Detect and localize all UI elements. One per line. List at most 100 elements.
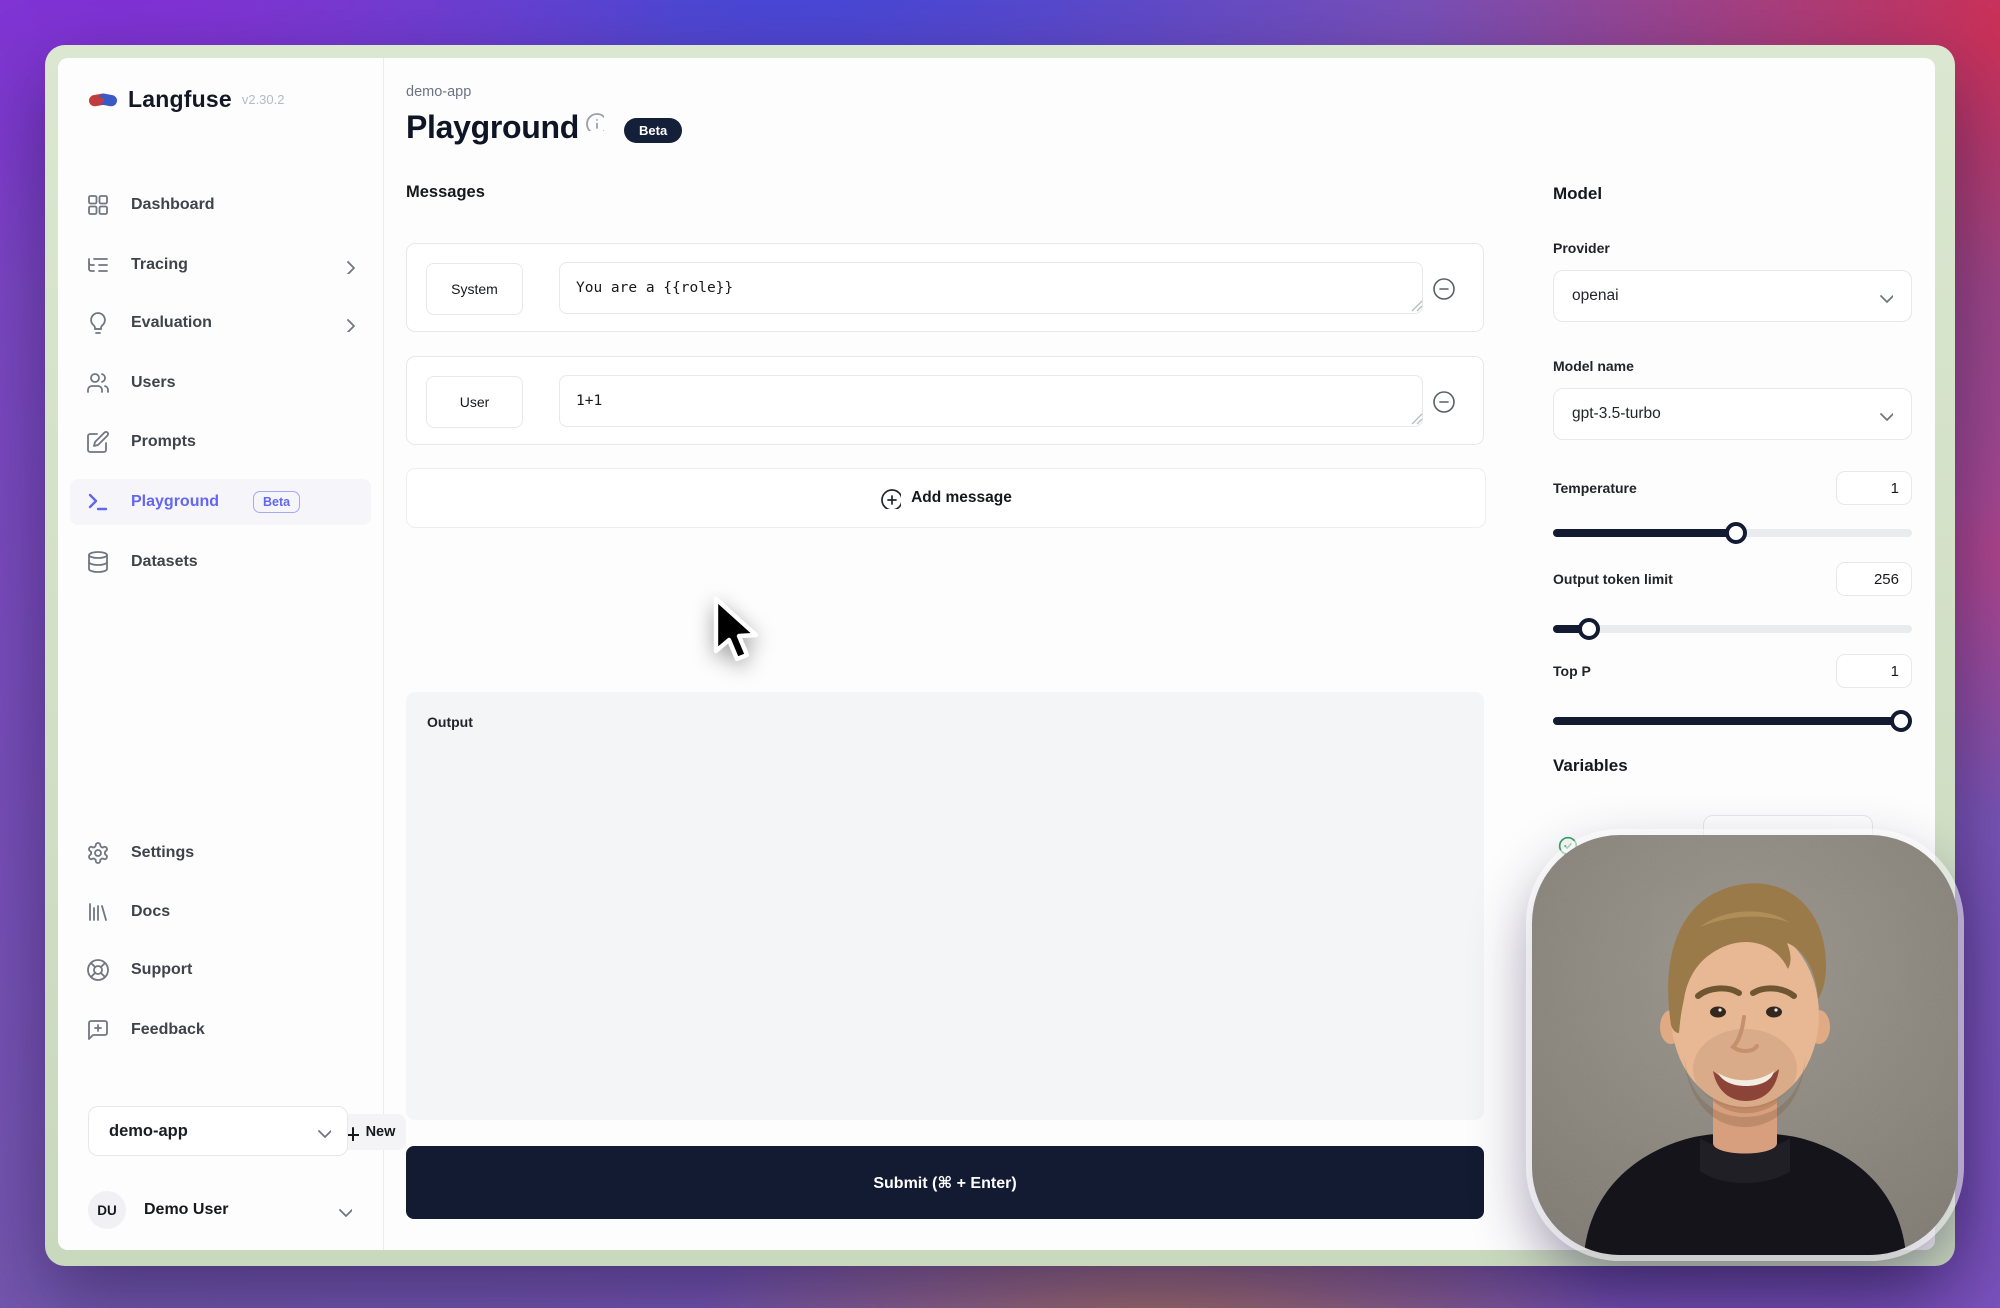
sidebar-item-tracing[interactable]: Tracing: [70, 242, 371, 288]
sidebar-item-support[interactable]: Support: [70, 947, 371, 993]
slider-thumb[interactable]: [1725, 522, 1747, 544]
app-version: v2.30.2: [242, 92, 285, 107]
database-icon: [86, 550, 111, 575]
temperature-label: Temperature: [1553, 480, 1637, 496]
model-name-label: Model name: [1553, 358, 1634, 374]
slider-fill: [1553, 717, 1901, 725]
slider-fill: [1553, 529, 1736, 537]
sidebar: Langfuse v2.30.2 Dashboard Tracing Evalu…: [58, 58, 384, 1250]
system-message-input[interactable]: You are a {{role}}: [559, 262, 1423, 314]
beta-badge-header: Beta: [624, 118, 682, 143]
top-p-slider[interactable]: [1553, 710, 1912, 732]
sidebar-item-playground[interactable]: Playground Beta: [70, 479, 371, 525]
temperature-value-input[interactable]: 1: [1836, 471, 1912, 505]
sidebar-item-label: Evaluation: [131, 314, 212, 332]
provider-select-value: openai: [1572, 287, 1619, 305]
title-row: Playground Beta: [406, 110, 682, 145]
langfuse-logo-icon: [88, 88, 118, 112]
message-row-user: User 1+1: [406, 356, 1484, 445]
role-chip-user[interactable]: User: [426, 376, 523, 428]
breadcrumb: demo-app: [406, 84, 471, 100]
new-project-label: New: [366, 1124, 396, 1140]
tracing-icon: [86, 253, 111, 278]
output-panel: Output: [406, 692, 1484, 1120]
top-p-value-input[interactable]: 1: [1836, 654, 1912, 688]
users-icon: [86, 371, 111, 396]
add-message-label: Add message: [911, 489, 1012, 507]
model-panel-title: Model: [1553, 184, 1602, 204]
sidebar-item-label: Feedback: [131, 1021, 205, 1039]
messages-section-title: Messages: [406, 183, 485, 202]
output-token-limit-slider[interactable]: [1553, 618, 1912, 640]
output-token-limit-label: Output token limit: [1553, 571, 1673, 587]
output-token-limit-row: Output token limit 256: [1553, 561, 1912, 597]
project-select-value: demo-app: [109, 1122, 188, 1141]
sidebar-item-label: Docs: [131, 903, 170, 921]
remove-message-button[interactable]: [1431, 277, 1459, 305]
edit-icon: [86, 430, 111, 455]
chevron-down-icon: [1875, 287, 1893, 305]
slider-thumb[interactable]: [1890, 710, 1912, 732]
sidebar-item-label: Dashboard: [131, 196, 215, 214]
lightbulb-icon: [86, 311, 111, 336]
sidebar-item-label: Support: [131, 961, 192, 979]
user-name: Demo User: [144, 1201, 228, 1219]
sidebar-item-datasets[interactable]: Datasets: [70, 539, 371, 585]
minus-circle-icon: [1432, 277, 1458, 303]
message-row-system: System You are a {{role}}: [406, 243, 1484, 332]
info-icon[interactable]: [585, 112, 604, 131]
model-name-select[interactable]: gpt-3.5-turbo: [1553, 388, 1912, 440]
sidebar-item-users[interactable]: Users: [70, 360, 371, 406]
chevron-down-icon: [334, 1201, 352, 1219]
provider-label: Provider: [1553, 240, 1610, 256]
chevron-right-icon: [339, 256, 357, 274]
submit-button[interactable]: Submit (⌘ + Enter): [406, 1146, 1484, 1219]
dashboard-icon: [86, 193, 111, 218]
sidebar-item-prompts[interactable]: Prompts: [70, 419, 371, 465]
webcam-overlay: [1532, 835, 1958, 1255]
sidebar-item-label: Settings: [131, 844, 194, 862]
sidebar-item-dashboard[interactable]: Dashboard: [70, 182, 371, 228]
provider-select[interactable]: openai: [1553, 270, 1912, 322]
sidebar-item-label: Prompts: [131, 433, 196, 451]
desktop-background: Langfuse v2.30.2 Dashboard Tracing Evalu…: [0, 0, 2000, 1308]
minus-circle-icon: [1432, 390, 1458, 416]
sidebar-item-feedback[interactable]: Feedback: [70, 1007, 371, 1053]
chevron-down-icon: [1875, 405, 1893, 423]
brand-logo-row: Langfuse v2.30.2: [88, 86, 285, 113]
output-label: Output: [427, 714, 473, 730]
chevron-right-icon: [339, 314, 357, 332]
temperature-row: Temperature 1: [1553, 470, 1912, 506]
sidebar-item-label: Datasets: [131, 553, 198, 571]
variables-section-title: Variables: [1553, 756, 1628, 776]
library-icon: [86, 900, 111, 925]
top-p-row: Top P 1: [1553, 653, 1912, 689]
slider-track[interactable]: [1553, 625, 1912, 633]
add-message-button[interactable]: Add message: [406, 468, 1486, 528]
plus-circle-icon: [880, 488, 901, 509]
submit-label: Submit (⌘ + Enter): [873, 1173, 1016, 1193]
output-token-limit-value-input[interactable]: 256: [1836, 562, 1912, 596]
temperature-slider[interactable]: [1553, 522, 1912, 544]
user-message-input[interactable]: 1+1: [559, 375, 1423, 427]
role-chip-system[interactable]: System: [426, 263, 523, 315]
sidebar-item-docs[interactable]: Docs: [70, 889, 371, 935]
user-menu[interactable]: DU Demo User: [88, 1188, 352, 1232]
sidebar-item-label: Playground: [131, 493, 219, 511]
top-p-label: Top P: [1553, 663, 1591, 679]
chevron-down-icon: [313, 1122, 331, 1140]
beta-badge-sidebar: Beta: [253, 491, 300, 513]
gear-icon: [86, 841, 111, 866]
avatar: DU: [88, 1191, 126, 1229]
message-plus-icon: [86, 1018, 111, 1043]
sidebar-item-evaluation[interactable]: Evaluation: [70, 300, 371, 346]
resize-handle-icon[interactable]: [1411, 413, 1423, 425]
project-select[interactable]: demo-app: [88, 1106, 348, 1156]
slider-thumb[interactable]: [1578, 618, 1600, 640]
remove-message-button[interactable]: [1431, 390, 1459, 418]
model-name-select-value: gpt-3.5-turbo: [1572, 405, 1661, 423]
webcam-person: [1532, 835, 1958, 1255]
sidebar-item-settings[interactable]: Settings: [70, 830, 371, 876]
resize-handle-icon[interactable]: [1411, 300, 1423, 312]
sidebar-item-label: Tracing: [131, 256, 188, 274]
